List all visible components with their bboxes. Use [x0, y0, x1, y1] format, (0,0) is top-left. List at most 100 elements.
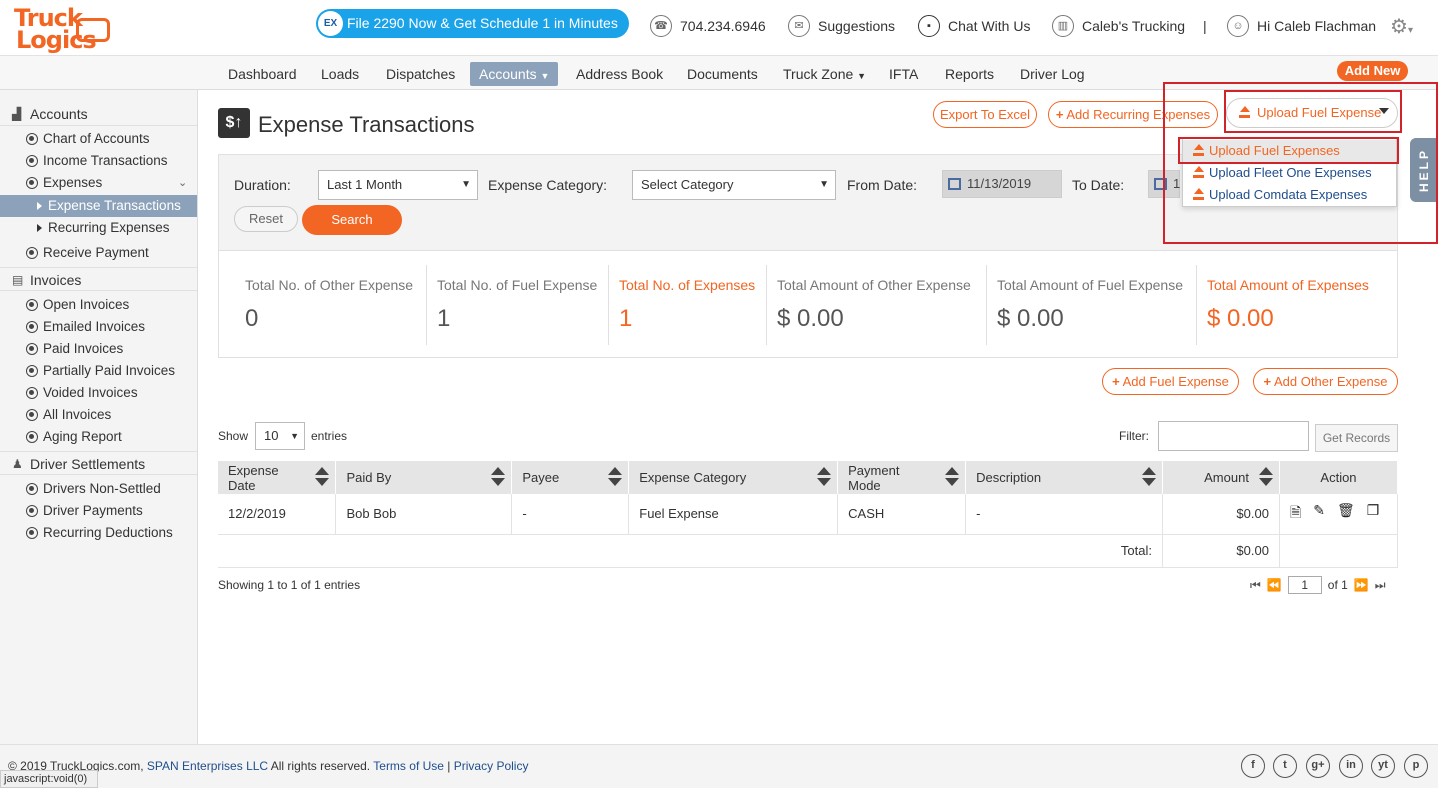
sidebar-item-partially-paid-invoices[interactable]: Partially Paid Invoices [0, 360, 197, 382]
sidebar-item-paid-invoices[interactable]: Paid Invoices [0, 338, 197, 360]
sidebar-item-recurring-deductions[interactable]: Recurring Deductions [0, 522, 197, 544]
add-new-button[interactable]: Add New [1337, 61, 1408, 81]
nav-documents[interactable]: Documents [678, 62, 767, 86]
facebook-icon[interactable]: f [1241, 754, 1265, 778]
pinterest-icon[interactable]: p [1404, 754, 1428, 778]
cell-actions: 🗎 ✎ 🗑 ❐ [1279, 494, 1399, 535]
entries-select[interactable]: 10 ▼ [255, 422, 305, 450]
page-input[interactable]: 1 [1287, 576, 1322, 594]
sidebar-item-all-invoices[interactable]: All Invoices [0, 404, 197, 426]
chat-link[interactable]: ▪ Chat With Us [918, 14, 1030, 38]
pagination: ⏮ ⏪ 1 of 1 ⏩ ⏭ [1250, 576, 1386, 594]
nav-accounts[interactable]: Accounts ▼ [470, 62, 559, 86]
circle-dot-icon [26, 247, 38, 259]
nav-address-book[interactable]: Address Book [567, 62, 672, 86]
sidebar-item-chart-of-accounts[interactable]: Chart of Accounts [0, 128, 197, 150]
sidebar: ▟ Accounts Chart of Accounts Income Trans… [0, 90, 198, 744]
add-fuel-expense-button[interactable]: + Add Fuel Expense [1102, 368, 1239, 395]
chat-icon: ▪ [918, 15, 940, 37]
edit-pencil-icon[interactable]: ✎ [1313, 502, 1325, 526]
caret-down-icon: ▼ [290, 431, 299, 441]
filter-input[interactable] [1158, 421, 1309, 451]
col-payee[interactable]: Payee [511, 461, 630, 494]
sidebar-item-driver-payments[interactable]: Driver Payments [0, 500, 197, 522]
trucklogics-logo[interactable]: Truck Logics [12, 4, 112, 54]
col-payment-mode[interactable]: Payment Mode [837, 461, 967, 494]
from-date-label: From Date: [847, 177, 918, 193]
sidebar-item-expense-transactions[interactable]: Expense Transactions [0, 195, 197, 217]
settings-gear-icon[interactable]: ⚙▾ [1390, 14, 1413, 39]
sidebar-item-drivers-non-settled[interactable]: Drivers Non-Settled [0, 478, 197, 500]
prev-page-icon[interactable]: ⏪ [1267, 578, 1282, 592]
phone-link[interactable]: ☎ 704.234.6946 [650, 14, 766, 38]
circle-dot-icon [26, 409, 38, 421]
nav-ifta[interactable]: IFTA [880, 62, 927, 86]
invoice-icon: ▤ [12, 273, 24, 287]
user-menu[interactable]: ☺ Hi Caleb Flachman [1227, 14, 1376, 38]
col-description[interactable]: Description [965, 461, 1163, 494]
stat-value: $ 0.00 [1207, 305, 1274, 332]
privacy-link[interactable]: Privacy Policy [454, 759, 529, 773]
nav-dispatches[interactable]: Dispatches [377, 62, 464, 86]
table-total-row: Total: $0.00 [218, 534, 1399, 568]
nav-truck-zone[interactable]: Truck Zone ▼ [774, 62, 875, 86]
bar-chart-icon: ▟ [12, 107, 22, 121]
sidebar-item-expenses[interactable]: Expenses ⌄ [0, 172, 197, 194]
nav-reports[interactable]: Reports [936, 62, 1003, 86]
sidebar-item-aging-report[interactable]: Aging Report [0, 426, 197, 448]
search-button[interactable]: Search [302, 205, 402, 235]
promo-banner-button[interactable]: EX File 2290 Now & Get Schedule 1 in Min… [316, 9, 629, 38]
last-page-icon[interactable]: ⏭ [1375, 578, 1386, 593]
highlight-box-menu-item [1178, 137, 1399, 164]
sidebar-item-open-invoices[interactable]: Open Invoices [0, 294, 197, 316]
col-expense-date[interactable]: Expense Date [218, 461, 337, 494]
cell-description: - [965, 494, 1163, 535]
linkedin-icon[interactable]: in [1339, 754, 1363, 778]
sidebar-item-income-transactions[interactable]: Income Transactions [0, 150, 197, 172]
copy-icon[interactable]: ❐ [1367, 502, 1380, 526]
col-amount[interactable]: Amount [1162, 461, 1280, 494]
terms-link[interactable]: Terms of Use [373, 759, 444, 773]
sidebar-head-driver-settlements[interactable]: ♟ Driver Settlements [0, 451, 197, 475]
page-of-label: of 1 [1327, 578, 1348, 592]
caret-down-icon: ▼ [461, 179, 471, 190]
google-plus-icon[interactable]: g+ [1306, 754, 1330, 778]
sidebar-item-recurring-expenses[interactable]: Recurring Expenses [0, 217, 197, 239]
nav-loads[interactable]: Loads [312, 62, 368, 86]
view-icon[interactable]: 🗎 [1290, 502, 1301, 526]
sidebar-head-invoices[interactable]: ▤ Invoices [0, 267, 197, 291]
youtube-icon[interactable]: yt [1371, 754, 1395, 778]
delete-trash-icon[interactable]: 🗑 [1337, 502, 1355, 526]
stat-fuel-expense-amount: Total Amount of Fuel Expense $ 0.00 [997, 265, 1197, 345]
from-date-input[interactable]: 11/13/2019 [942, 170, 1062, 198]
duration-select[interactable]: Last 1 Month ▼ [318, 170, 478, 200]
twitter-icon[interactable]: t [1273, 754, 1297, 778]
export-excel-button[interactable]: Export To Excel [933, 101, 1037, 128]
col-paid-by[interactable]: Paid By [335, 461, 513, 494]
sidebar-head-accounts[interactable]: ▟ Accounts [0, 102, 197, 126]
next-page-icon[interactable]: ⏩ [1354, 578, 1369, 592]
company-link[interactable]: SPAN Enterprises LLC [147, 759, 268, 773]
suggestions-link[interactable]: ✉ Suggestions [788, 14, 895, 38]
company-link[interactable]: ▥ Caleb's Trucking [1052, 14, 1185, 38]
chat-label: Chat With Us [948, 18, 1031, 34]
stat-value: $ 0.00 [997, 305, 1064, 332]
sidebar-item-receive-payment[interactable]: Receive Payment [0, 242, 197, 264]
cell-category: Fuel Expense [628, 494, 839, 535]
sidebar-item-label: Emailed Invoices [43, 319, 146, 334]
sidebar-item-voided-invoices[interactable]: Voided Invoices [0, 382, 197, 404]
caret-right-icon [37, 224, 42, 232]
reset-button[interactable]: Reset [234, 206, 298, 232]
nav-driver-log[interactable]: Driver Log [1011, 62, 1094, 86]
col-label: Action [1320, 470, 1357, 485]
add-other-expense-button[interactable]: + Add Other Expense [1253, 368, 1398, 395]
user-icon: ☺ [1227, 15, 1249, 37]
expense-category-select[interactable]: Select Category ▼ [632, 170, 836, 200]
get-records-button[interactable]: Get Records [1315, 424, 1398, 452]
show-label: Show [218, 429, 249, 443]
first-page-icon[interactable]: ⏮ [1250, 578, 1261, 593]
sidebar-item-emailed-invoices[interactable]: Emailed Invoices [0, 316, 197, 338]
col-expense-category[interactable]: Expense Category [628, 461, 839, 494]
stat-label: Total No. of Fuel Expense [437, 277, 598, 293]
nav-dashboard[interactable]: Dashboard [219, 62, 306, 86]
